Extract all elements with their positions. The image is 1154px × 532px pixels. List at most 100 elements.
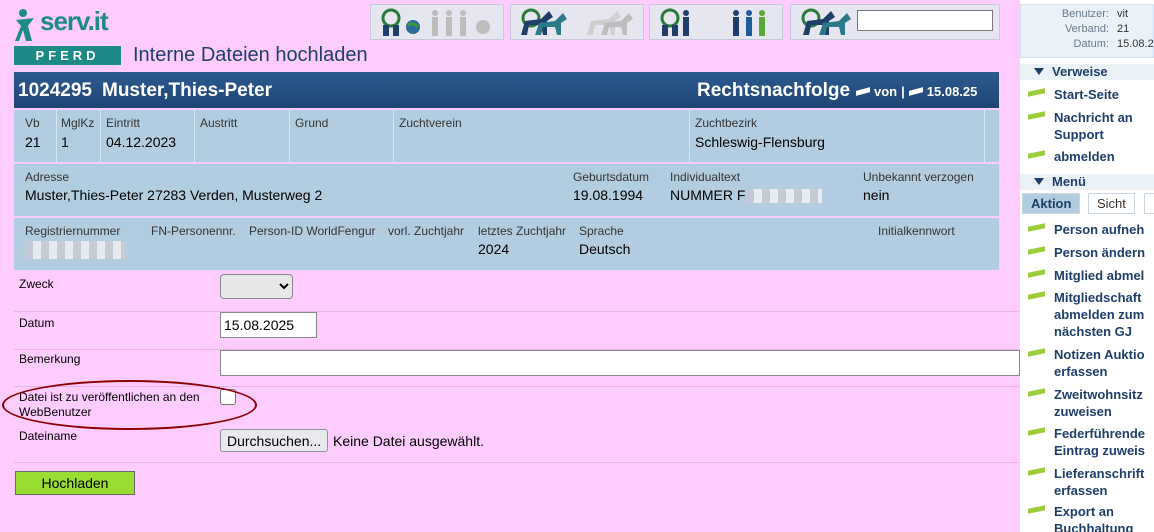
arrow-icon (1028, 467, 1045, 476)
arrow-icon (1028, 269, 1045, 278)
people-button[interactable] (649, 4, 783, 40)
tab-more[interactable]: I (1144, 193, 1154, 214)
zuchtbezirk-value: Schleswig-Flensburg (695, 134, 825, 150)
verband-value: 21 (1117, 23, 1130, 35)
action-mitglied-abmelden[interactable]: Mitglied abmel (1054, 267, 1154, 284)
vb-value: 21 (25, 134, 41, 150)
bemerkung-label: Bemerkung (19, 352, 81, 366)
divider (56, 110, 57, 162)
austritt-label: Austritt (200, 116, 238, 130)
info-row-membership: Vb 21 MglKz 1 Eintritt 04.12.2023 Austri… (14, 110, 999, 162)
action-mitgliedschaft-abmelden[interactable]: Mitgliedschaft abmelden zum nächsten GJ (1054, 289, 1154, 340)
action-zweitwohnsitz[interactable]: Zweitwohnsitz zuweisen (1054, 386, 1154, 420)
geburtsdatum-value: 19.08.1994 (573, 187, 644, 203)
link-abmelden[interactable]: abmelden (1054, 148, 1154, 165)
horses-button[interactable] (510, 4, 644, 40)
divider (689, 110, 690, 162)
datum-input[interactable] (220, 312, 317, 338)
adresse-value: Muster,Thies-Peter 27283 Verden, Musterw… (25, 187, 323, 203)
zweck-select[interactable] (220, 274, 293, 299)
servit-logo[interactable]: serv.it PFERD (14, 6, 122, 66)
bemerkung-input[interactable] (220, 350, 1020, 376)
sprache-label: Sprache (579, 224, 624, 238)
divider (100, 110, 101, 162)
collapse-triangle-icon (1034, 178, 1044, 185)
action-person-aufnehmen[interactable]: Person aufneh (1054, 221, 1154, 238)
flag-icon (856, 87, 870, 96)
verweise-section[interactable]: Verweise (1020, 64, 1154, 80)
divider (289, 110, 290, 162)
tab-aktion[interactable]: Aktion (1022, 193, 1081, 214)
individualtext-value: NUMMER F (670, 187, 746, 203)
page-title: Interne Dateien hochladen (133, 44, 368, 66)
divider (393, 110, 394, 162)
arrow-icon (1028, 246, 1045, 255)
action-federfuehrend[interactable]: Federführende Eintrag zuweis (1054, 425, 1154, 459)
datum-label: Datum: (1073, 38, 1109, 50)
geburtsdatum-label: Geburtsdatum (573, 170, 650, 184)
divider (984, 110, 985, 162)
unbekannt-label: Unbekannt verzogen (863, 170, 974, 184)
benutzer-label: Benutzer: (1061, 8, 1109, 20)
mglkz-label: MglKz (61, 116, 95, 130)
record-von: von | 15.08.25 (856, 84, 977, 99)
person-logo-icon (15, 9, 34, 41)
logo-text: serv.it (40, 6, 109, 36)
no-file-text: Keine Datei ausgewählt. (333, 433, 484, 449)
record-title: Rechtsnachfolge (697, 80, 851, 101)
initialkennwort-label: Initialkennwort (878, 224, 955, 238)
redacted-registriernummer (25, 241, 125, 259)
zuchtverein-label: Zuchtverein (399, 116, 462, 130)
eintritt-value: 04.12.2023 (106, 134, 177, 150)
unbekannt-value: nein (863, 187, 890, 203)
arrow-icon (1028, 223, 1045, 232)
logo-subtitle: PFERD (14, 46, 121, 65)
zweck-label: Zweck (19, 277, 54, 291)
form-row-dateiname: Dateiname (14, 427, 1019, 463)
highlight-annotation (2, 380, 257, 430)
record-name: Muster,Thies-Peter (102, 80, 272, 101)
arrow-icon (1028, 348, 1045, 357)
arrow-icon (1028, 505, 1045, 514)
record-date: 15.08.25 (926, 84, 978, 99)
verband-label: Verband: (1064, 23, 1109, 35)
arrow-icon (1028, 291, 1045, 300)
action-notizen-auktion[interactable]: Notizen Auktio erfassen (1054, 346, 1154, 380)
people-icon (660, 8, 765, 36)
people-globe-icon (381, 8, 490, 36)
letztes-zuchtjahr-value: 2024 (478, 241, 510, 257)
eintritt-label: Eintritt (106, 116, 141, 130)
menu-section[interactable]: Menü (1020, 174, 1154, 190)
browse-button[interactable]: Durchsuchen... (220, 429, 329, 452)
arrow-icon (1028, 88, 1045, 97)
horses-icon (521, 8, 633, 35)
quick-search-input[interactable] (857, 10, 993, 31)
von-label: von (874, 84, 898, 99)
people-globe-button[interactable] (370, 4, 504, 40)
action-export-buchhaltung[interactable]: Export an Buchhaltung (1054, 503, 1154, 532)
action-lieferanschrift[interactable]: Lieferanschrift erfassen (1054, 465, 1154, 499)
divider (194, 110, 195, 162)
arrow-icon (1028, 150, 1045, 159)
vb-label: Vb (25, 116, 40, 130)
letztes-zuchtjahr-label: letztes Zuchtjahr (478, 224, 567, 238)
record-id: 1024295 (18, 80, 92, 101)
action-person-aendern[interactable]: Person ändern (1054, 244, 1154, 261)
main-content: serv.it PFERD Interne Dateien hochladen (0, 0, 1020, 532)
tab-sicht[interactable]: Sicht (1088, 193, 1135, 214)
menu-title: Menü (1052, 174, 1086, 189)
personid-label: Person-ID WorldFengur (249, 224, 376, 238)
link-start-seite[interactable]: Start-Seite (1054, 86, 1154, 103)
upload-button[interactable]: Hochladen (15, 471, 135, 495)
sprache-value: Deutsch (579, 241, 631, 257)
fn-label: FN-Personennr. (151, 224, 236, 238)
flag-icon (908, 87, 923, 96)
info-row-address: Adresse Muster,Thies-Peter 27283 Verden,… (14, 164, 999, 216)
arrow-icon (1028, 388, 1045, 397)
datum-value: 15.08.2 (1117, 38, 1154, 50)
adresse-label: Adresse (25, 170, 70, 184)
sidebar: Benutzer: vit Verband: 21 Datum: 15.08.2… (1020, 0, 1154, 532)
user-info: Benutzer: vit Verband: 21 Datum: 15.08.2 (1020, 4, 1154, 58)
grund-label: Grund (295, 116, 329, 130)
link-nachricht-support[interactable]: Nachricht an Support (1054, 109, 1150, 143)
